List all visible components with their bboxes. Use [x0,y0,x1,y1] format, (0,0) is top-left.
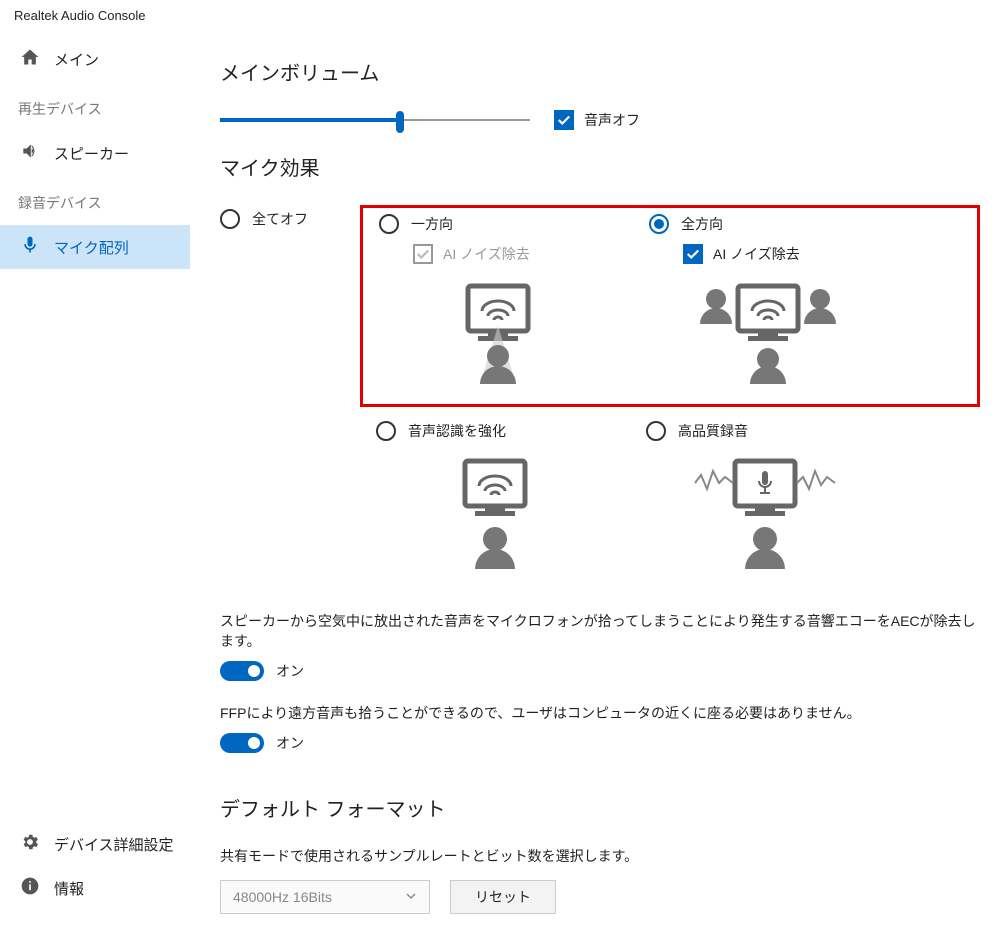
aec-description: スピーカーから空気中に放出された音声をマイクロフォンが拾ってしまうことにより発生… [220,611,980,651]
ai-noise-label: AI ノイズ除去 [443,244,530,264]
sidebar-item-main[interactable]: メイン [0,37,190,81]
format-description: 共有モードで使用されるサンプルレートとビット数を選択します。 [220,846,980,866]
ffp-state: オン [276,733,304,753]
app-title: Realtek Audio Console [0,0,1000,31]
sidebar-item-label: デバイス詳細設定 [54,834,174,855]
info-icon [20,876,40,900]
aec-toggle[interactable] [220,661,264,681]
format-select[interactable]: 48000Hz 16Bits [220,880,430,914]
checkbox-icon [413,244,433,264]
omnidirectional-illustration [649,276,887,386]
radio-icon [376,421,396,441]
main-panel: メインボリューム 音声オフ マイク効果 全てオフ [190,31,1000,934]
sidebar-item-label: 情報 [54,878,84,899]
radio-label: 全てオフ [252,209,308,229]
chevron-down-icon [405,889,417,905]
sidebar-item-label: メイン [54,49,99,70]
radio-icon [649,214,669,234]
radio-label: 全方向 [681,214,723,234]
aec-state: オン [276,661,304,681]
radio-omnidirectional[interactable]: 全方向 [649,214,887,234]
voice-recognition-illustration [376,451,614,571]
radio-hq-recording[interactable]: 高品質録音 [646,421,884,441]
home-icon [20,47,40,71]
ffp-description: FFPにより遠方音声も拾うことができるので、ユーザはコンピュータの近くに座る必要… [220,703,980,723]
sidebar-item-info[interactable]: 情報 [0,866,190,910]
speaker-icon [20,141,40,165]
radio-icon [220,209,240,229]
sidebar-item-device-settings[interactable]: デバイス詳細設定 [0,822,190,866]
sidebar: メイン 再生デバイス スピーカー 録音デバイス マイク配列 デバイス詳細設定 [0,31,190,934]
sidebar-header-recording: 録音デバイス [0,175,190,225]
ai-noise-label: AI ノイズ除去 [713,244,800,264]
hq-recording-illustration [646,451,884,571]
checkbox-icon [683,244,703,264]
mute-checkbox[interactable]: 音声オフ [554,110,640,130]
effects-title: マイク効果 [220,152,980,181]
volume-slider[interactable] [220,110,530,130]
radio-label: 音声認識を強化 [408,421,506,441]
checkbox-icon [554,110,574,130]
ffp-toggle[interactable] [220,733,264,753]
radio-label: 高品質録音 [678,421,748,441]
radio-icon [646,421,666,441]
reset-button[interactable]: リセット [450,880,556,914]
ai-noise-checkbox-disabled: AI ノイズ除去 [413,244,617,264]
radio-unidirectional[interactable]: 一方向 [379,214,617,234]
radio-label: 一方向 [411,214,453,234]
mute-label: 音声オフ [584,110,640,130]
format-title: デフォルト フォーマット [220,793,980,822]
sidebar-item-mic-array[interactable]: マイク配列 [0,225,190,269]
ai-noise-checkbox[interactable]: AI ノイズ除去 [683,244,887,264]
volume-title: メインボリューム [220,57,980,86]
radio-voice-recognition[interactable]: 音声認識を強化 [376,421,614,441]
sidebar-item-speakers[interactable]: スピーカー [0,131,190,175]
reset-label: リセット [475,887,531,907]
sidebar-header-playback: 再生デバイス [0,81,190,131]
sidebar-item-label: マイク配列 [54,237,129,258]
sidebar-item-label: スピーカー [54,143,129,164]
highlight-box: 一方向 AI ノイズ除去 [360,205,980,407]
format-value: 48000Hz 16Bits [233,889,332,905]
gear-icon [20,832,40,856]
microphone-icon [20,235,40,259]
unidirectional-illustration [379,276,617,386]
radio-icon [379,214,399,234]
radio-all-off[interactable]: 全てオフ [220,209,360,229]
